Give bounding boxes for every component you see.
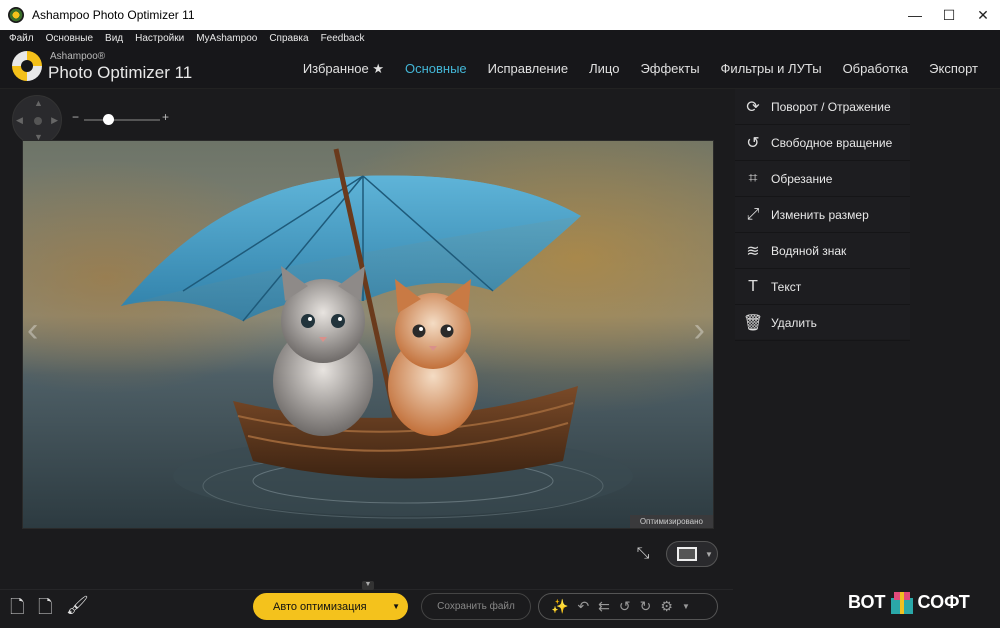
- right-panel-background: [910, 89, 1000, 589]
- rotate-right-icon[interactable]: ↻: [640, 598, 652, 615]
- rotate-flip-icon: ⟳: [746, 98, 760, 116]
- edit-tool-group: ✨ ↶ ⇇ ↺ ↻ ⚙ ▼: [538, 593, 718, 620]
- sidebar-item-delete[interactable]: 🗑 Удалить: [735, 305, 910, 341]
- menu-help[interactable]: Справка: [269, 33, 308, 44]
- auto-optimize-button[interactable]: Авто оптимизация ▼: [253, 593, 408, 620]
- bottom-toolbar: ▼ 🗋 🗋 🖌 Авто оптимизация ▼ Сохранить фай…: [0, 581, 733, 625]
- tab-filters-luts[interactable]: Фильтры и ЛУТы: [721, 61, 822, 77]
- brand-company: Ashampoo®: [50, 51, 106, 62]
- view-mode-toggle[interactable]: ▼: [666, 541, 718, 567]
- gear-icon[interactable]: ⚙: [660, 598, 673, 615]
- pan-up-icon[interactable]: ▲: [34, 98, 43, 108]
- zoom-out-icon[interactable]: −: [72, 110, 79, 124]
- ashampoo-logo-icon: [12, 51, 42, 81]
- photo-preview: ‹ › Оптимизировано: [22, 140, 714, 529]
- free-rotate-icon: ↺: [746, 134, 760, 152]
- image-canvas: ▲ ▼ ◀ ▶ − + ‹ › Оптимизировано ⤡ ▼: [0, 89, 733, 589]
- undo-icon[interactable]: ↶: [577, 598, 589, 615]
- pan-navigator[interactable]: ▲ ▼ ◀ ▶: [12, 95, 62, 145]
- tab-effects[interactable]: Эффекты: [640, 61, 699, 77]
- sidebar-item-rotate-flip[interactable]: ⟳ Поворот / Отражение: [735, 89, 910, 125]
- tools-sidebar: ⟳ Поворот / Отражение ↺ Свободное вращен…: [735, 89, 910, 341]
- site-watermark: ВОТ СОФТ: [848, 588, 970, 616]
- pan-left-icon[interactable]: ◀: [16, 115, 23, 126]
- sidebar-item-free-rotate[interactable]: ↺ Свободное вращение: [735, 125, 910, 161]
- zoom-slider[interactable]: − +: [72, 110, 172, 127]
- text-icon: T: [748, 277, 758, 295]
- next-image-icon[interactable]: ›: [694, 311, 705, 350]
- tab-basics[interactable]: Основные: [405, 61, 467, 77]
- sidebar-item-label: Изменить размер: [771, 207, 869, 222]
- app-icon: [8, 7, 24, 23]
- zoom-handle[interactable]: [103, 114, 114, 125]
- close-button[interactable]: ✕: [966, 0, 1000, 30]
- pan-right-icon[interactable]: ▶: [51, 115, 58, 126]
- zoom-track[interactable]: [84, 119, 160, 121]
- screen-icon: [677, 547, 697, 561]
- chevron-down-icon[interactable]: ▼: [392, 602, 400, 611]
- sidebar-item-watermark[interactable]: ≋ Водяной знак: [735, 233, 910, 269]
- menu-settings[interactable]: Настройки: [135, 33, 184, 44]
- trash-icon: 🗑: [742, 314, 764, 332]
- rotate-left-icon[interactable]: ↺: [619, 598, 631, 615]
- gift-box-icon: [888, 588, 916, 616]
- previous-image-icon[interactable]: ‹: [27, 311, 38, 350]
- tab-export[interactable]: Экспорт: [929, 61, 978, 77]
- menu-myashampoo[interactable]: MyAshampoo: [196, 33, 257, 44]
- view-controls: ⤡ ▼: [632, 541, 718, 567]
- minimize-button[interactable]: —: [898, 0, 932, 30]
- sidebar-item-label: Обрезание: [771, 171, 833, 186]
- chevron-down-icon[interactable]: ▼: [682, 602, 690, 611]
- menu-view[interactable]: Вид: [105, 33, 123, 44]
- tab-favorites[interactable]: Избранное ★: [303, 61, 384, 77]
- tab-correction[interactable]: Исправление: [488, 61, 568, 77]
- sidebar-item-label: Текст: [771, 279, 802, 294]
- save-file-button[interactable]: Сохранить файл: [421, 593, 531, 620]
- sidebar-item-label: Водяной знак: [771, 243, 847, 258]
- tab-face[interactable]: Лицо: [589, 61, 619, 77]
- sidebar-item-crop[interactable]: ⌗ Обрезание: [735, 161, 910, 197]
- brand-product: Photo Optimizer 11: [48, 63, 193, 82]
- window-title: Ashampoo Photo Optimizer 11: [32, 8, 195, 22]
- zoom-in-icon[interactable]: +: [162, 110, 169, 124]
- pan-center-icon: [34, 117, 42, 125]
- menu-file[interactable]: Файл: [9, 33, 34, 44]
- sidebar-item-label: Поворот / Отражение: [771, 99, 891, 114]
- optimized-badge: Оптимизировано: [629, 515, 713, 528]
- resize-icon: ⤢: [746, 205, 760, 223]
- watermark-right: СОФТ: [917, 591, 970, 612]
- clean-brush-icon[interactable]: 🖌: [66, 595, 89, 616]
- title-bar: Ashampoo Photo Optimizer 11 — ☐ ✕: [0, 0, 1000, 30]
- magic-wand-icon[interactable]: ✨: [551, 598, 568, 615]
- add-file-icon[interactable]: 🗋: [10, 595, 24, 625]
- sidebar-item-resize[interactable]: ⤢ Изменить размер: [735, 197, 910, 233]
- undo-all-icon[interactable]: ⇇: [598, 598, 610, 615]
- auto-optimize-label: Авто оптимизация: [273, 600, 367, 613]
- main-tabs: Избранное ★ Основные Исправление Лицо Эф…: [282, 61, 978, 77]
- menu-basics[interactable]: Основные: [46, 33, 93, 44]
- maximize-button[interactable]: ☐: [932, 0, 966, 30]
- crop-icon: ⌗: [748, 169, 758, 187]
- sidebar-item-label: Свободное вращение: [771, 135, 893, 150]
- tab-processing[interactable]: Обработка: [843, 61, 909, 77]
- watermark-icon: ≋: [746, 242, 760, 260]
- app-header: Ashampoo® Photo Optimizer 11 Избранное ★…: [0, 47, 1000, 89]
- sidebar-item-text[interactable]: T Текст: [735, 269, 910, 305]
- watermark-left: ВОТ: [848, 591, 886, 612]
- fit-to-window-icon[interactable]: ⤡: [632, 543, 654, 565]
- menu-feedback[interactable]: Feedback: [321, 33, 365, 44]
- sidebar-item-label: Удалить: [771, 315, 817, 330]
- add-folder-icon[interactable]: 🗋: [38, 595, 52, 625]
- menu-bar: Файл Основные Вид Настройки MyAshampoo С…: [0, 30, 1000, 47]
- chevron-down-icon[interactable]: ▼: [705, 550, 713, 559]
- collapse-chevron-icon[interactable]: ▼: [362, 581, 374, 590]
